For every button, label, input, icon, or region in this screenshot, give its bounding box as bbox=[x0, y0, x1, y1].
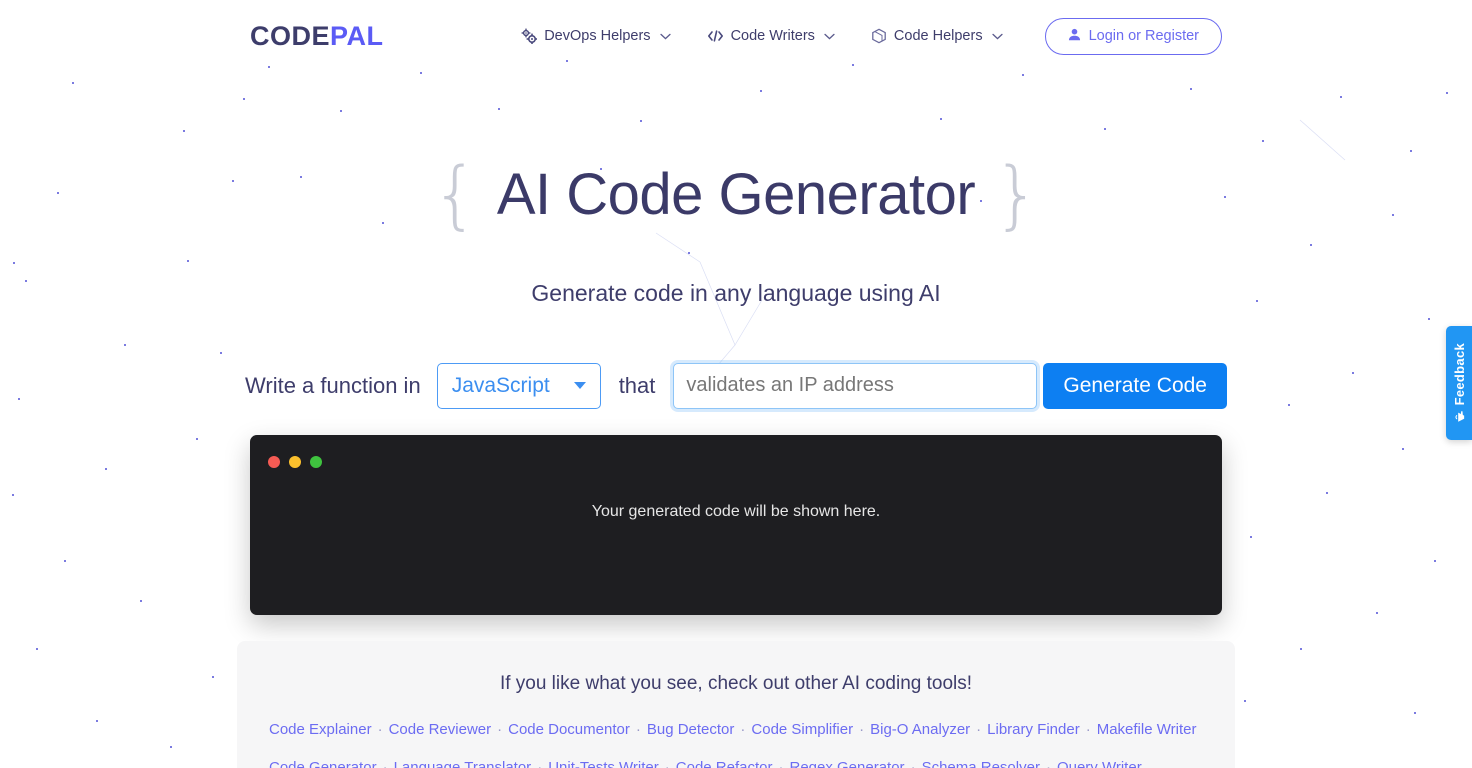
hero-section: { AI Code Generator } Generate code in a… bbox=[0, 124, 1472, 307]
other-tools-heading: If you like what you see, check out othe… bbox=[499, 672, 973, 694]
feedback-tab[interactable]: Feedback bbox=[1446, 326, 1472, 440]
window-dot-red[interactable] bbox=[268, 455, 280, 468]
tool-link-separator: · bbox=[778, 758, 784, 768]
nav-item-label: DevOps Helpers bbox=[544, 28, 651, 44]
tool-link[interactable]: Bug Detector bbox=[647, 721, 735, 738]
page-root: CODEPAL DevOps Helpers Code Writers Code… bbox=[0, 0, 1472, 768]
tool-link-separator: · bbox=[1045, 758, 1051, 768]
code-output-panel: Your generated code will be shown here. bbox=[250, 434, 1222, 615]
tool-link[interactable]: Code Generator bbox=[269, 759, 377, 768]
tool-link[interactable]: Code Reviewer bbox=[389, 721, 492, 738]
page-subtitle: Generate code in any language using AI bbox=[531, 279, 941, 306]
tool-link-separator: · bbox=[382, 758, 388, 768]
tool-link-separator: · bbox=[910, 758, 916, 768]
tool-link[interactable]: Query Writer bbox=[1057, 759, 1142, 768]
prompt-builder: Write a function in JavaScript that Gene… bbox=[0, 362, 1472, 409]
tool-link[interactable]: Library Finder bbox=[987, 721, 1080, 738]
chevron-down-icon bbox=[573, 382, 586, 390]
prompt-label-middle: that bbox=[618, 372, 656, 398]
tool-link[interactable]: Language Translator bbox=[394, 759, 532, 768]
nav-item-devops-helpers[interactable]: DevOps Helpers bbox=[521, 28, 671, 44]
tool-link-separator: · bbox=[859, 720, 865, 738]
tool-link-separator: · bbox=[537, 758, 543, 768]
login-button-label: Login or Register bbox=[1088, 28, 1199, 44]
tool-link-separator: · bbox=[377, 720, 383, 738]
tool-link-separator: · bbox=[740, 720, 746, 738]
tool-link-separator: · bbox=[1085, 720, 1091, 738]
generate-code-button[interactable]: Generate Code bbox=[1043, 362, 1227, 409]
other-tools-card: If you like what you see, check out othe… bbox=[237, 640, 1235, 768]
code-brackets-icon bbox=[707, 29, 724, 43]
tool-link[interactable]: Makefile Writer bbox=[1097, 721, 1197, 738]
user-icon bbox=[1068, 28, 1081, 45]
nav-item-label: Code Writers bbox=[730, 28, 815, 44]
tool-link[interactable]: Regex Generator bbox=[789, 759, 904, 768]
gears-icon bbox=[521, 28, 538, 44]
tool-link-separator: · bbox=[976, 720, 982, 738]
nav-item-code-helpers[interactable]: Code Helpers bbox=[871, 28, 1003, 44]
tool-link[interactable]: Code Refactor bbox=[676, 759, 773, 768]
site-header: CODEPAL DevOps Helpers Code Writers Code… bbox=[0, 0, 1472, 72]
main-nav: DevOps Helpers Code Writers Code Helpers… bbox=[521, 17, 1222, 55]
language-select[interactable]: JavaScript bbox=[436, 362, 601, 409]
page-title: AI Code Generator bbox=[496, 161, 976, 227]
tool-link[interactable]: Unit-Tests Writer bbox=[548, 759, 659, 768]
login-or-register-button[interactable]: Login or Register bbox=[1044, 17, 1222, 55]
tool-link[interactable]: Schema Resolver bbox=[922, 759, 1040, 768]
tool-links-row-1: Code Explainer · Code Reviewer · Code Docume… bbox=[269, 719, 1203, 740]
tool-link-separator: · bbox=[635, 720, 641, 738]
window-traffic-lights bbox=[268, 455, 322, 468]
chevron-down-icon bbox=[824, 33, 835, 40]
chevron-down-icon bbox=[991, 33, 1003, 40]
logo-accent: PAL bbox=[330, 20, 384, 51]
tool-link-separator: · bbox=[664, 758, 670, 768]
brace-right: } bbox=[993, 151, 1041, 238]
prompt-label-prefix: Write a function in bbox=[245, 372, 421, 398]
code-output-placeholder: Your generated code will be shown here. bbox=[591, 502, 881, 520]
tool-link[interactable]: Code Simplifier bbox=[751, 721, 853, 738]
tool-links-row-2: Code Generator · Language Translator · Unit-… bbox=[269, 757, 1203, 768]
language-select-value: JavaScript bbox=[451, 373, 550, 397]
logo[interactable]: CODEPAL bbox=[250, 21, 384, 52]
nav-item-label: Code Helpers bbox=[893, 28, 983, 44]
page-title-row: { AI Code Generator } bbox=[0, 124, 1472, 266]
tool-link[interactable]: Code Explainer bbox=[269, 721, 372, 738]
window-dot-green[interactable] bbox=[310, 455, 322, 468]
tool-link[interactable]: Big-O Analyzer bbox=[870, 721, 970, 738]
megaphone-icon bbox=[1453, 410, 1466, 423]
window-dot-yellow[interactable] bbox=[289, 455, 301, 468]
logo-primary: CODE bbox=[250, 20, 331, 51]
chevron-down-icon bbox=[659, 33, 671, 40]
nav-item-code-writers[interactable]: Code Writers bbox=[707, 28, 835, 44]
tool-link[interactable]: Code Documentor bbox=[508, 721, 630, 738]
feedback-tab-label: Feedback bbox=[1451, 343, 1467, 406]
brace-left: { bbox=[431, 151, 479, 238]
tool-link-separator: · bbox=[497, 720, 503, 738]
description-input[interactable] bbox=[673, 362, 1038, 409]
package-box-icon bbox=[871, 28, 887, 44]
